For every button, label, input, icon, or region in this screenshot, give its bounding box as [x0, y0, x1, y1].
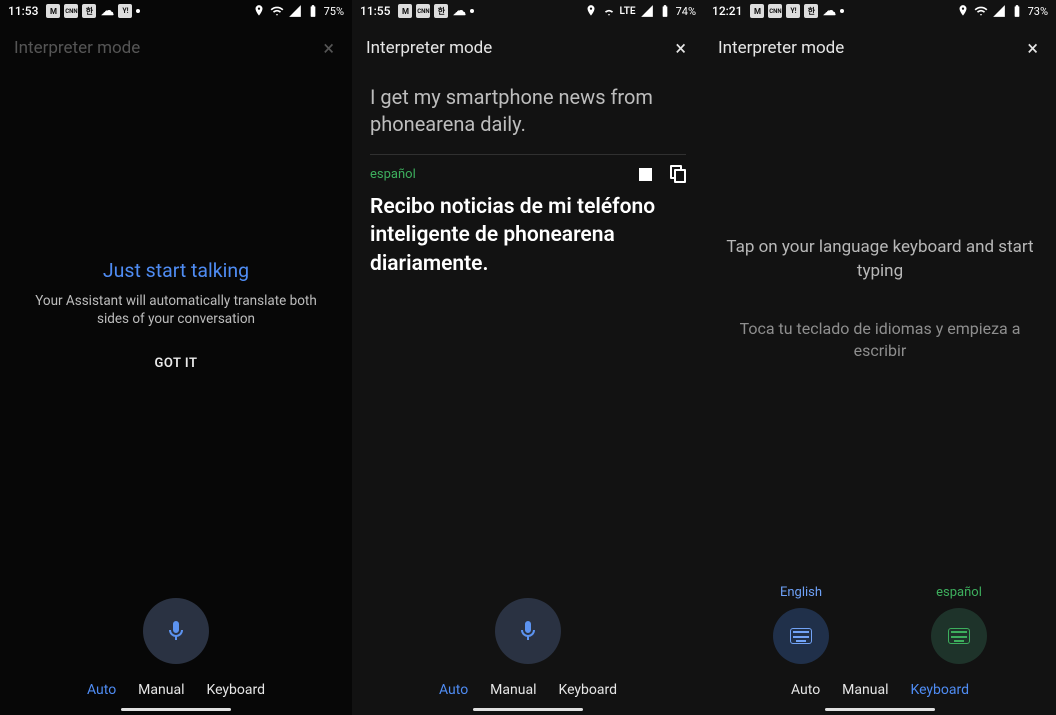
status-time: 12:21 — [712, 4, 742, 18]
page-title: Interpreter mode — [718, 38, 844, 58]
signal-icon — [640, 4, 654, 18]
cnn-icon: CNN — [64, 4, 78, 18]
got-it-button[interactable]: GOT IT — [21, 356, 331, 371]
close-icon[interactable]: × — [671, 32, 690, 64]
mic-icon — [164, 619, 188, 643]
keyboard-icon — [948, 628, 970, 644]
close-icon[interactable]: × — [319, 32, 338, 64]
battery-text: 75% — [324, 5, 344, 18]
tab-manual[interactable]: Manual — [490, 682, 536, 698]
signal-icon — [992, 4, 1006, 18]
tab-keyboard[interactable]: Keyboard — [206, 682, 265, 698]
keyboard-hint: Tap on your language keyboard and start … — [725, 236, 1035, 362]
cnn-icon: CNN — [416, 4, 430, 18]
header: Interpreter mode × — [352, 22, 704, 78]
nav-handle[interactable] — [473, 708, 583, 711]
page-title: Interpreter mode — [366, 38, 492, 58]
hint-spanish: Toca tu teclado de idiomas y empieza a e… — [725, 318, 1035, 363]
gmail-icon: M — [750, 4, 764, 18]
cloud-icon: ☁ — [822, 4, 836, 18]
status-bar: 11:53 M CNN 한 ☁ Y! 75% — [0, 0, 352, 22]
hint-english: Tap on your language keyboard and start … — [725, 236, 1035, 284]
page-title: Interpreter mode — [14, 38, 140, 58]
source-text: I get my smartphone news from phonearena… — [370, 84, 686, 138]
keyboard-spanish-button[interactable] — [931, 608, 987, 664]
tab-auto[interactable]: Auto — [87, 682, 116, 698]
mic-button[interactable] — [495, 598, 561, 664]
status-bar: 11:55 M CNN 한 ☁ LTE 74% — [352, 0, 704, 22]
tab-auto[interactable]: Auto — [791, 682, 820, 698]
cloud-icon: ☁ — [452, 4, 466, 18]
section-divider — [370, 154, 686, 155]
cloud-icon: ☁ — [100, 4, 114, 18]
mic-button[interactable] — [143, 598, 209, 664]
location-icon — [252, 4, 266, 18]
nav-handle[interactable] — [825, 708, 935, 711]
copy-icon[interactable] — [670, 165, 686, 183]
status-time: 11:55 — [360, 4, 390, 18]
stop-icon[interactable] — [639, 168, 652, 181]
battery-text: 74% — [676, 5, 696, 18]
target-language-label: español — [370, 167, 416, 182]
yahoo-icon: Y! — [118, 4, 132, 18]
status-bar: 12:21 M CNN Y! 한 ☁ 73% — [704, 0, 1056, 22]
mode-tabs: Auto Manual Keyboard — [704, 672, 1056, 704]
mode-tabs: Auto Manual Keyboard — [352, 672, 704, 704]
lang-icon: 한 — [434, 4, 448, 18]
keyboard-english-button[interactable] — [773, 608, 829, 664]
battery-icon — [1010, 4, 1024, 18]
battery-icon — [658, 4, 672, 18]
target-text: Recibo noticias de mi teléfono inteligen… — [370, 193, 686, 278]
signal-icon — [288, 4, 302, 18]
wifi-icon — [270, 4, 284, 18]
mode-tabs: Auto Manual Keyboard — [0, 672, 352, 704]
wifi-icon — [974, 4, 988, 18]
intro-modal: Just start talking Your Assistant will a… — [21, 258, 331, 370]
lang-icon: 한 — [82, 4, 96, 18]
battery-text: 73% — [1028, 5, 1048, 18]
network-lte: LTE — [620, 6, 636, 17]
intro-subtitle: Your Assistant will automatically transl… — [21, 291, 331, 327]
lang-icon: 한 — [804, 4, 818, 18]
gmail-icon: M — [398, 4, 412, 18]
intro-title: Just start talking — [21, 258, 331, 281]
tab-auto[interactable]: Auto — [439, 682, 468, 698]
cnn-icon: CNN — [768, 4, 782, 18]
mic-icon — [516, 619, 540, 643]
header: Interpreter mode × — [0, 22, 352, 78]
status-time: 11:53 — [8, 4, 38, 18]
more-notifications-icon — [136, 9, 140, 13]
location-icon — [956, 4, 970, 18]
nav-handle[interactable] — [121, 708, 231, 711]
wifi-icon — [602, 4, 616, 18]
yahoo-icon: Y! — [786, 4, 800, 18]
tab-manual[interactable]: Manual — [842, 682, 888, 698]
header: Interpreter mode × — [704, 22, 1056, 78]
tab-keyboard[interactable]: Keyboard — [558, 682, 617, 698]
keyboard-english-label: English — [780, 585, 822, 600]
keyboard-spanish-label: español — [936, 585, 982, 600]
close-icon[interactable]: × — [1023, 32, 1042, 64]
tab-keyboard[interactable]: Keyboard — [910, 682, 969, 698]
keyboard-icon — [790, 628, 812, 644]
more-notifications-icon — [470, 9, 474, 13]
location-icon — [584, 4, 598, 18]
more-notifications-icon — [840, 9, 844, 13]
battery-icon — [306, 4, 320, 18]
tab-manual[interactable]: Manual — [138, 682, 184, 698]
gmail-icon: M — [46, 4, 60, 18]
